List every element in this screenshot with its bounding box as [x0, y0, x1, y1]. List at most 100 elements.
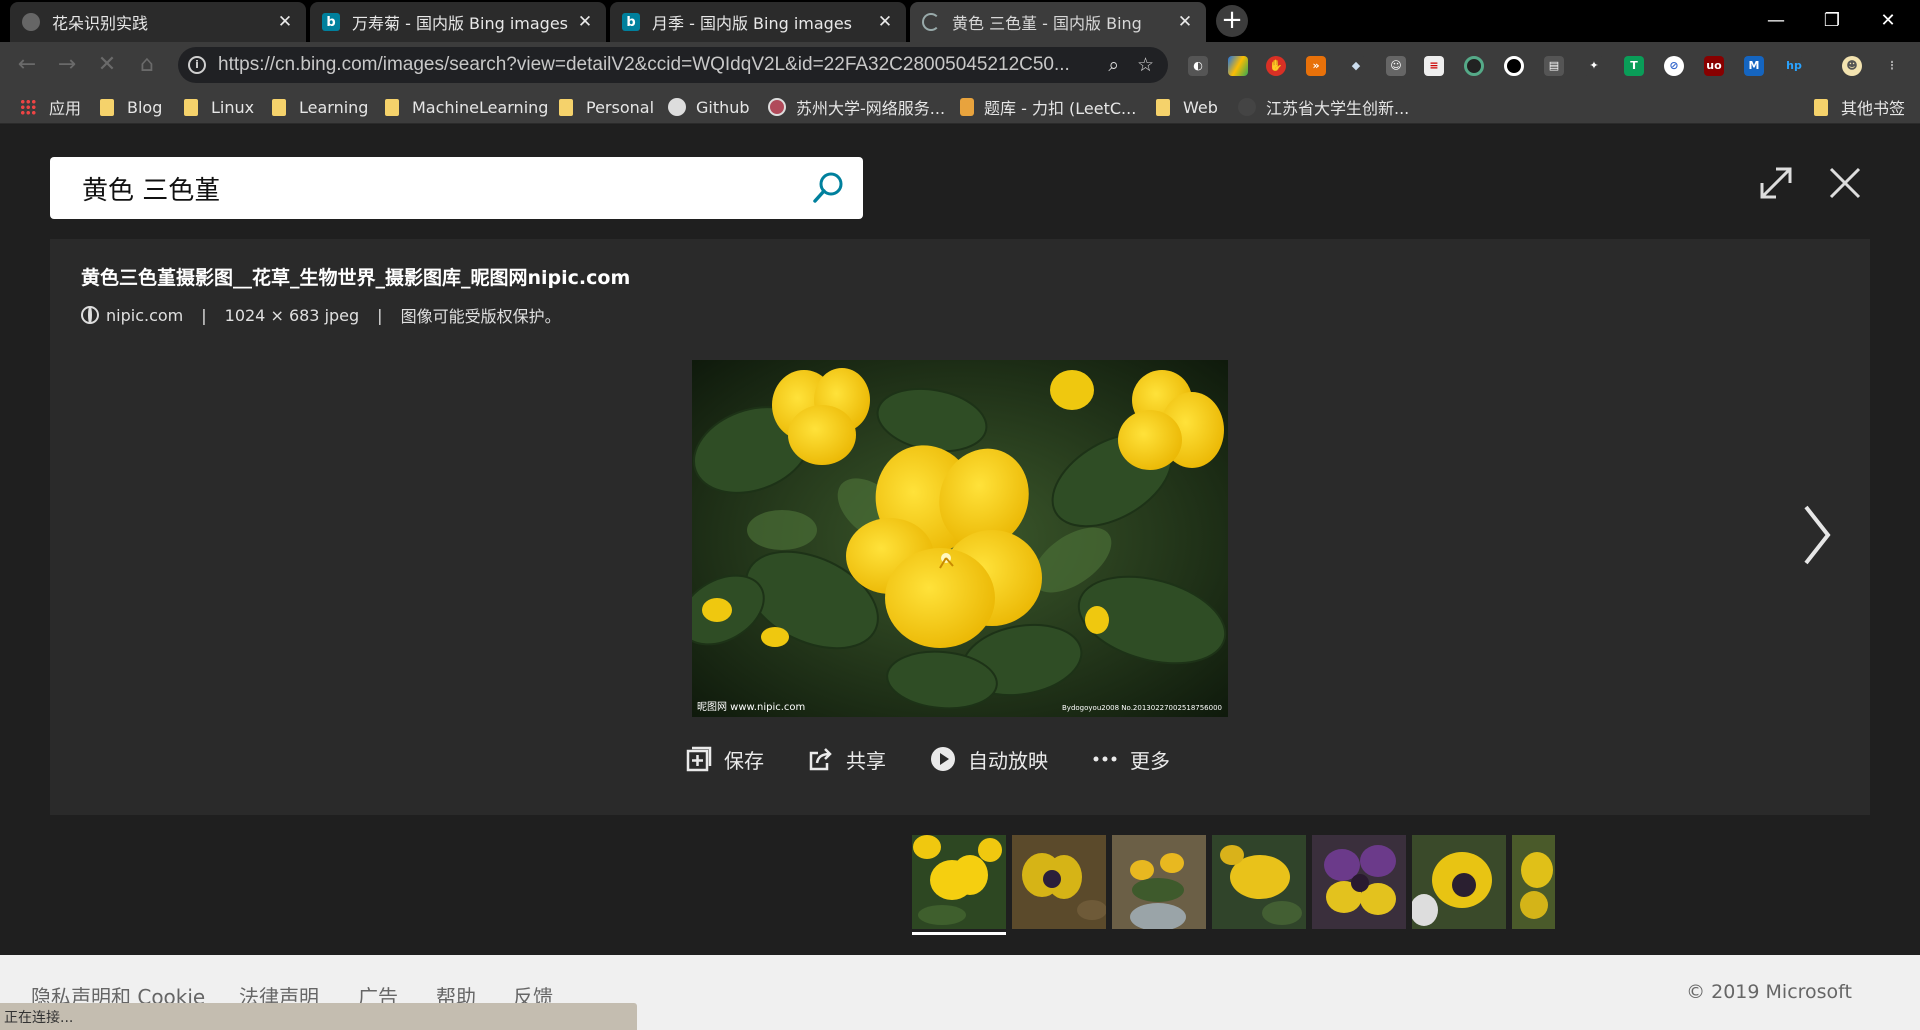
- close-window-button[interactable]: ✕: [1860, 0, 1916, 40]
- bookmark-label: 江苏省大学生创新...: [1266, 99, 1410, 118]
- minimize-button[interactable]: —: [1748, 0, 1804, 40]
- bookmark-label: Github: [696, 97, 750, 117]
- share-button[interactable]: 共享: [808, 745, 886, 774]
- address-bar[interactable]: i https://cn.bing.com/images/search?view…: [178, 47, 1168, 83]
- back-button[interactable]: ←: [14, 52, 40, 78]
- next-image-chevron-icon[interactable]: [1792, 499, 1840, 571]
- close-tab-icon[interactable]: ✕: [576, 12, 594, 32]
- extension-circle-icon[interactable]: [1504, 56, 1524, 76]
- thumbnail[interactable]: [1412, 835, 1506, 929]
- chrome-menu-icon[interactable]: ⋮: [1882, 56, 1902, 76]
- bookmark-suda[interactable]: 苏州大学-网络服务...: [768, 96, 945, 118]
- extension-bird-icon[interactable]: ✦: [1584, 56, 1604, 76]
- hp-icon[interactable]: hp: [1784, 56, 1804, 76]
- github-icon: [668, 98, 686, 116]
- stop-loading-button[interactable]: ✕: [94, 52, 120, 78]
- folder-icon: [184, 98, 198, 116]
- watermark-left: 昵图网 www.nipic.com: [697, 701, 805, 713]
- bookmark-star-icon[interactable]: ☆: [1137, 54, 1154, 76]
- tab-label: 万寿菊 - 国内版 Bing images: [352, 14, 569, 33]
- thumbnail[interactable]: [1012, 835, 1106, 929]
- adblock-icon[interactable]: ✋: [1266, 56, 1286, 76]
- url-text[interactable]: https://cn.bing.com/images/search?view=d…: [218, 54, 1090, 76]
- extension-t-icon[interactable]: T: [1624, 56, 1644, 76]
- extension-face-icon[interactable]: ☺: [1386, 56, 1406, 76]
- folder-icon: [100, 98, 114, 116]
- image-title[interactable]: 黄色三色堇摄影图__花草_生物世界_摄影图库_昵图网nipic.com: [81, 263, 630, 290]
- bookmark-label: 应用: [49, 99, 82, 118]
- close-tab-icon[interactable]: ✕: [1176, 12, 1194, 32]
- forward-button[interactable]: →: [54, 52, 80, 78]
- copyright-note: 图像可能受版权保护。: [400, 307, 561, 326]
- leetcode-icon: [960, 98, 974, 116]
- bookmark-label: Personal: [586, 97, 655, 117]
- folder-icon: [272, 98, 286, 116]
- more-dots-icon: [1093, 756, 1117, 762]
- tab-flower-recognition[interactable]: 花朵识别实践 ✕: [10, 2, 306, 42]
- tab-yellow-pansy[interactable]: 黄色 三色堇 - 国内版 Bing ✕: [910, 2, 1206, 42]
- profile-avatar-icon[interactable]: ☻: [1842, 56, 1862, 76]
- separator: |: [377, 305, 383, 325]
- save-icon: [686, 746, 712, 772]
- thumbnail[interactable]: [1112, 835, 1206, 929]
- expand-icon[interactable]: [1752, 159, 1800, 207]
- thumbnail[interactable]: [1312, 835, 1406, 929]
- extension-block-icon[interactable]: ⊘: [1664, 56, 1684, 76]
- image-actions: 保存 共享 自动放映 更多: [686, 739, 1214, 779]
- zoom-icon[interactable]: ⌕: [1108, 54, 1119, 76]
- bookmark-other[interactable]: 其他书签: [1814, 96, 1905, 118]
- home-button[interactable]: ⌂: [134, 52, 160, 78]
- ublock-icon[interactable]: uo: [1704, 56, 1724, 76]
- university-icon: [768, 98, 786, 116]
- thumbnail[interactable]: [1212, 835, 1306, 929]
- extension-bulb-icon[interactable]: ◐: [1188, 56, 1208, 76]
- bookmark-leetcode[interactable]: 题库 - 力扣 (LeetC...: [960, 96, 1136, 118]
- bookmark-personal[interactable]: Personal: [559, 96, 654, 118]
- play-icon: [931, 747, 955, 771]
- bookmark-linux[interactable]: Linux: [184, 96, 254, 118]
- new-tab-button[interactable]: +: [1216, 5, 1248, 37]
- tab-rose[interactable]: b 月季 - 国内版 Bing images ✕: [610, 2, 906, 42]
- tab-marigold[interactable]: b 万寿菊 - 国内版 Bing images ✕: [310, 2, 606, 42]
- bookmark-learning[interactable]: Learning: [272, 96, 368, 118]
- folder-icon: [385, 98, 399, 116]
- bookmark-label: Linux: [211, 97, 255, 117]
- bookmark-label: MachineLearning: [412, 97, 549, 117]
- share-icon: [809, 748, 832, 771]
- folder-icon: [1814, 98, 1828, 116]
- search-icon[interactable]: [811, 171, 845, 205]
- bookmark-jiangsu[interactable]: 江苏省大学生创新...: [1238, 96, 1409, 118]
- site-info-icon[interactable]: i: [188, 56, 206, 74]
- watermark-right: Bydogoyou2008 No.20130227002518756000: [1062, 704, 1222, 712]
- restore-button[interactable]: ❐: [1804, 0, 1860, 40]
- more-button[interactable]: 更多: [1092, 745, 1170, 774]
- color-picker-icon[interactable]: [1464, 56, 1484, 76]
- search-box[interactable]: 黄色 三色堇: [50, 157, 863, 219]
- folder-icon: [1156, 98, 1170, 116]
- extension-m-icon[interactable]: M: [1744, 56, 1764, 76]
- bookmark-machinelearning[interactable]: MachineLearning: [385, 96, 548, 118]
- extension-arrows-icon[interactable]: »: [1306, 56, 1326, 76]
- bookmark-github[interactable]: Github: [668, 96, 750, 118]
- main-image[interactable]: 昵图网 www.nipic.com Bydogoyou2008 No.20130…: [692, 360, 1228, 717]
- search-input[interactable]: 黄色 三色堇: [82, 170, 811, 207]
- thumbnail-selected[interactable]: [912, 835, 1006, 929]
- bookmark-web[interactable]: Web: [1156, 96, 1218, 118]
- extension-diamond-icon[interactable]: ◆: [1346, 56, 1366, 76]
- thumbnail[interactable]: [1512, 835, 1555, 929]
- source-link[interactable]: nipic.com: [106, 306, 183, 325]
- close-icon[interactable]: [1821, 159, 1869, 207]
- slideshow-button[interactable]: 自动放映: [930, 745, 1048, 774]
- image-size: 1024 × 683 jpeg: [224, 305, 360, 325]
- extension-box-icon[interactable]: ▤: [1544, 56, 1564, 76]
- extension-note-icon[interactable]: ≡: [1424, 56, 1444, 76]
- bookmark-label: Learning: [299, 97, 369, 117]
- close-tab-icon[interactable]: ✕: [276, 12, 294, 32]
- google-drive-icon[interactable]: [1228, 56, 1248, 76]
- folder-icon: [559, 98, 573, 116]
- bookmark-apps[interactable]: 应用: [20, 96, 81, 118]
- bookmark-blog[interactable]: Blog: [100, 96, 162, 118]
- slideshow-label: 自动放映: [968, 748, 1048, 773]
- save-button[interactable]: 保存: [686, 745, 764, 774]
- close-tab-icon[interactable]: ✕: [876, 12, 894, 32]
